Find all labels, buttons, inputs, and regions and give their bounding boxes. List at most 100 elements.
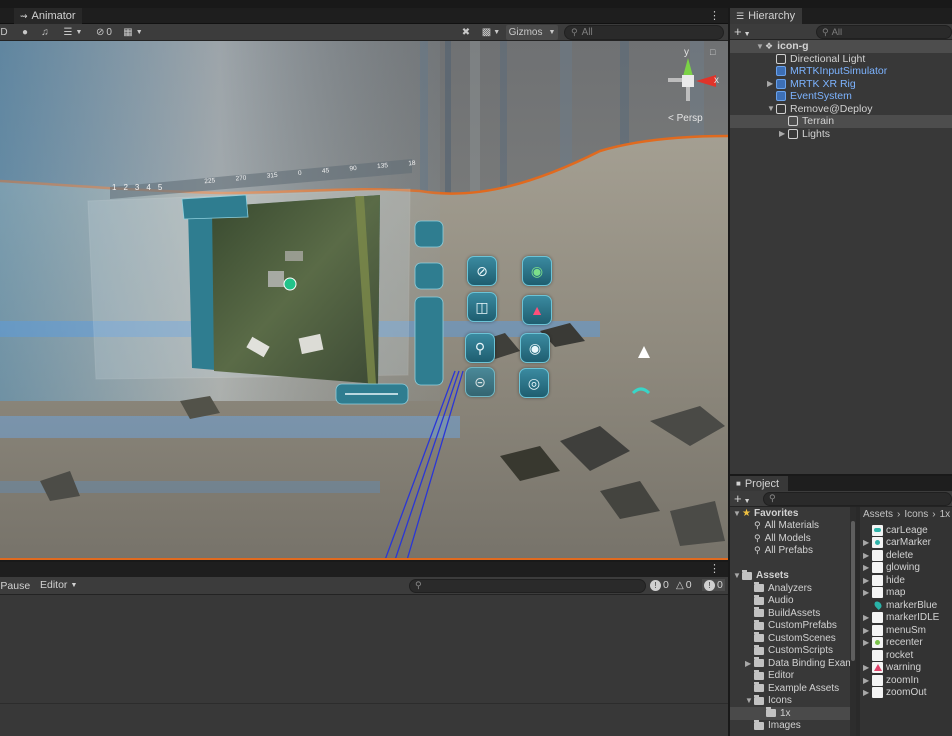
log-count-toggle[interactable]: ! 0	[650, 579, 669, 591]
error-icon: !	[704, 579, 715, 591]
folder-icon	[754, 619, 764, 630]
editor-dropdown[interactable]: Editor ▼	[40, 579, 77, 591]
lighting-toggle-icon[interactable]: ●	[16, 25, 34, 40]
error-pause-toggle[interactable]: r Pause	[0, 580, 30, 592]
gizmos-dropdown[interactable]: Gizmos ▼	[506, 25, 558, 40]
tree-row-label: icon-g	[777, 40, 809, 53]
tree-row-folder[interactable]: ▶ Data Binding Exam	[730, 657, 856, 670]
prefab-icon	[776, 66, 786, 77]
tree-row-directional-light[interactable]: Directional Light	[730, 53, 952, 66]
tree-row-event-system[interactable]: EventSystem	[730, 90, 952, 103]
asset-zoomout[interactable]: ▶ zoomOut	[860, 687, 952, 700]
create-dropdown[interactable]: + ▼	[734, 24, 751, 39]
asset-recenter[interactable]: ▶ recenter	[860, 637, 952, 650]
tree-row-folder[interactable]: CustomScenes	[730, 632, 856, 645]
asset-rocket[interactable]: rocket	[860, 649, 952, 662]
asset-warning[interactable]: ▶ warning	[860, 662, 952, 675]
tree-row-folder[interactable]: Example Assets	[730, 682, 856, 695]
tree-row-folder[interactable]: CustomScripts	[730, 644, 856, 658]
warning-count-toggle[interactable]: △ 0	[676, 579, 692, 591]
asset-markeridle[interactable]: ▶ markerIDLE	[860, 612, 952, 625]
persp-label[interactable]: < Persp	[668, 113, 703, 124]
hide-button[interactable]: ⊘	[467, 256, 497, 286]
hierarchy-search-input[interactable]: ⚲ All	[816, 25, 952, 39]
tree-row-remove-deploy[interactable]: ▼ Remove@Deploy	[730, 103, 952, 116]
create-dropdown[interactable]: + ▼	[734, 491, 751, 506]
glowing-button[interactable]: ◉	[522, 256, 552, 286]
panel-menu-icon[interactable]: ⋮	[709, 562, 720, 575]
orientation-gizmo[interactable]: y x < Persp	[660, 45, 720, 125]
tree-row-folder[interactable]: Audio	[730, 594, 856, 608]
tree-row-lights[interactable]: ▶ Lights	[730, 128, 952, 141]
asset-delete[interactable]: ▶ delete	[860, 549, 952, 562]
asset-markerblue[interactable]: markerBlue	[860, 599, 952, 612]
draw-mode-button[interactable]: D	[0, 25, 8, 40]
tree-row-mrtk-input-simulator[interactable]: MRTKInputSimulator	[730, 65, 952, 78]
asset-label: warning	[886, 662, 922, 674]
console-log-area[interactable]	[0, 595, 728, 736]
tree-row-folder[interactable]: CustomPrefabs	[730, 619, 856, 633]
tree-row-terrain[interactable]: Terrain	[730, 115, 952, 128]
tree-row-label: Icons	[768, 695, 792, 707]
console-search-input[interactable]: ⚲	[409, 579, 646, 593]
tree-row-folder[interactable]: ▼ Icons	[730, 694, 856, 708]
effects-dropdown[interactable]: ☰ ▼	[56, 25, 90, 40]
marker-button[interactable]: ◉	[520, 333, 550, 363]
tree-scrollbar-thumb[interactable]	[851, 521, 855, 661]
compass-tick-label: 315	[266, 171, 278, 180]
asset-carleage[interactable]: carLeage	[860, 524, 952, 537]
tree-row-mrtk-xr-rig[interactable]: ▶ MRTK XR Rig	[730, 78, 952, 91]
tree-row-label: All Materials	[764, 520, 820, 532]
tree-row-folder[interactable]: BuildAssets	[730, 607, 856, 620]
hidden-objects-toggle[interactable]: ⊘ 0	[92, 25, 116, 40]
breadcrumb: Assets › Icons › 1x	[863, 509, 950, 520]
console-tab-bar: ⋮	[0, 562, 728, 577]
tools-icon[interactable]: ✖	[458, 25, 474, 40]
gameobject-icon	[776, 103, 786, 114]
tab-project[interactable]: ■ Project	[730, 476, 788, 491]
tree-row-favorites[interactable]: ▼ ★ Favorites	[730, 507, 856, 520]
tree-row-folder-selected[interactable]: 1x	[730, 707, 856, 720]
asset-map[interactable]: ▶ map	[860, 587, 952, 600]
scene-search-input[interactable]: ⚲ All	[564, 25, 724, 40]
tree-row-label: Assets	[756, 570, 789, 582]
audio-toggle-icon[interactable]: ♫	[36, 25, 54, 40]
tree-row-folder[interactable]: Images	[730, 719, 856, 733]
top-strip	[0, 0, 952, 8]
error-count-toggle[interactable]: ! 0	[702, 579, 725, 591]
asset-carmarker[interactable]: ▶ carMarker	[860, 537, 952, 550]
lock-icon[interactable]: □	[710, 47, 715, 57]
zoom-in-button[interactable]: ⚲	[465, 333, 495, 363]
asset-hide[interactable]: ▶ hide	[860, 574, 952, 587]
chevron-down-icon: ▼	[135, 29, 143, 36]
breadcrumb-item[interactable]: 1x	[940, 509, 951, 520]
recenter-button[interactable]: ◎	[519, 368, 549, 398]
asset-glowing[interactable]: ▶ glowing	[860, 562, 952, 575]
project-search-input[interactable]: ⚲	[763, 492, 952, 506]
delete-button[interactable]: ◫	[467, 292, 497, 322]
tree-row-scene[interactable]: ▼ ❖ icon-g	[730, 40, 952, 53]
grid-dropdown[interactable]: ▦ ▼	[118, 25, 148, 40]
tree-row-favorite[interactable]: ⚲ All Prefabs	[730, 545, 856, 558]
panel-menu-icon[interactable]: ⋮	[709, 9, 720, 22]
expand-arrow-icon: ▶	[863, 625, 870, 635]
tree-row-favorite[interactable]: ⚲ All Models	[730, 532, 856, 545]
chevron-down-icon: ▼	[70, 581, 78, 589]
scene-render	[0, 41, 728, 558]
tab-animator[interactable]: ⇝ Animator	[14, 8, 82, 24]
zoom-out-button[interactable]: ⊝	[465, 367, 495, 397]
tree-row-assets[interactable]: ▼ Assets	[730, 569, 856, 583]
tab-hierarchy[interactable]: ☰ Hierarchy	[730, 8, 802, 24]
breadcrumb-item[interactable]: Icons	[904, 509, 928, 520]
scene-viewport[interactable]: 1 2 3 4 5 225 270 315 0 45 90 135 18 ⊘ ◉…	[0, 41, 728, 560]
asset-zoomin[interactable]: ▶ zoomIn	[860, 674, 952, 687]
tree-row-favorite[interactable]: ⚲ All Materials	[730, 520, 856, 533]
tree-row-folder[interactable]: Analyzers	[730, 582, 856, 595]
asset-menusm[interactable]: ▶ menuSm	[860, 624, 952, 637]
warning-button[interactable]: ▲	[522, 295, 552, 325]
image-thumbnail-icon	[872, 637, 883, 649]
camera-dropdown[interactable]: ▩ ▼	[478, 25, 504, 40]
breadcrumb-item[interactable]: Assets	[863, 509, 893, 520]
tree-row-label: Lights	[802, 127, 831, 140]
tree-row-folder[interactable]: Editor	[730, 669, 856, 683]
